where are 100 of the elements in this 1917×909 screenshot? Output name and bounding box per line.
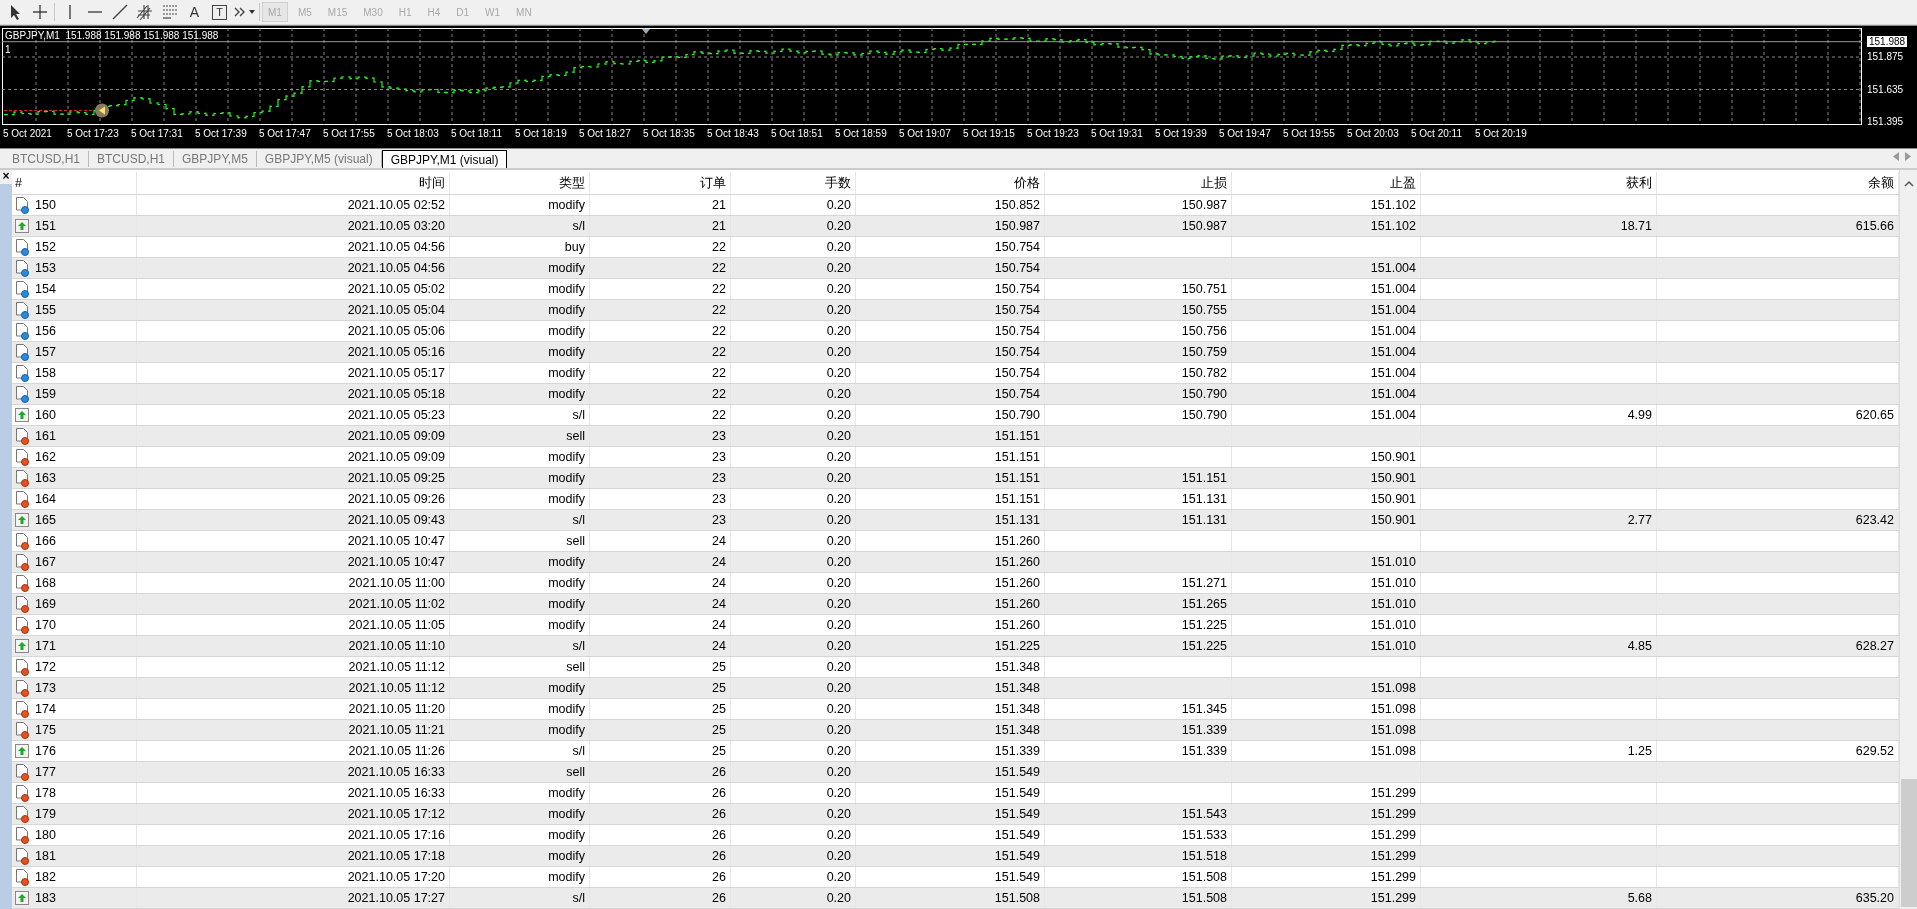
table-row[interactable]: 151 2021.10.05 03:20 s/l 21 0.20 150.987 150.987 151.102 18.71 615.66 <box>12 216 1899 237</box>
row-number: 167 <box>35 554 56 571</box>
order-icon <box>15 658 29 676</box>
row-number: 166 <box>35 533 56 550</box>
order-icon <box>15 301 29 319</box>
table-row[interactable]: 150 2021.10.05 02:52 modify 21 0.20 150.852 150.987 151.102 <box>12 195 1899 216</box>
order-icon <box>15 574 29 592</box>
column-header[interactable]: 止盈 <box>1232 172 1421 194</box>
table-cell: 0.20 <box>731 594 856 614</box>
table-row[interactable]: 175 2021.10.05 11:21 modify 25 0.20 151.348 151.339 151.098 <box>12 720 1899 741</box>
table-cell: 151.339 <box>1045 741 1232 761</box>
column-header[interactable]: 止损 <box>1045 172 1232 194</box>
table-cell: 0.20 <box>731 510 856 530</box>
time-label: 5 Oct 2021 <box>2 128 53 139</box>
table-cell: modify <box>450 384 590 404</box>
table-cell: 0.20 <box>731 321 856 341</box>
chart-tab[interactable]: BTCUSD,H1 <box>4 151 89 167</box>
table-cell: modify <box>450 678 590 698</box>
table-row[interactable]: 169 2021.10.05 11:02 modify 24 0.20 151.260 151.265 151.010 <box>12 594 1899 615</box>
column-header[interactable]: 订单 <box>590 172 731 194</box>
time-label: 5 Oct 20:03 <box>1346 128 1400 139</box>
table-cell: 151.348 <box>856 678 1045 698</box>
table-cell: 23 <box>590 489 731 509</box>
table-cell: 22 <box>590 321 731 341</box>
table-cell: 151.004 <box>1232 384 1421 404</box>
time-label: 5 Oct 18:51 <box>770 128 824 139</box>
table-cell: 24 <box>590 594 731 614</box>
text-label-tool[interactable]: T <box>207 1 232 23</box>
table-cell: modify <box>450 573 590 593</box>
table-cell: 0.20 <box>731 489 856 509</box>
column-header[interactable]: 价格 <box>856 172 1045 194</box>
scrollbar-thumb[interactable] <box>1901 779 1917 907</box>
column-header[interactable]: 手数 <box>731 172 856 194</box>
table-row[interactable]: 157 2021.10.05 05:16 modify 22 0.20 150.754 150.759 151.004 <box>12 342 1899 363</box>
table-cell: 151.225 <box>1045 615 1232 635</box>
table-cell: 0.20 <box>731 237 856 257</box>
time-label: 5 Oct 18:11 <box>450 128 503 139</box>
scroll-right-icon[interactable] <box>1905 150 1911 164</box>
table-cell: 0.20 <box>731 384 856 404</box>
table-row[interactable]: 183 2021.10.05 17:27 s/l 26 0.20 151.508 151.508 151.299 5.68 635.20 <box>12 888 1899 909</box>
table-cell: modify <box>450 258 590 278</box>
table-cell: 151.299 <box>1232 804 1421 824</box>
chart-tab[interactable]: BTCUSD,H1 <box>89 151 175 167</box>
row-number: 159 <box>35 386 56 403</box>
time-label: 5 Oct 18:35 <box>642 128 696 139</box>
table-cell: 151.299 <box>1232 825 1421 845</box>
table-cell: 22 <box>590 258 731 278</box>
table-row[interactable]: 159 2021.10.05 05:18 modify 22 0.20 150.754 150.790 151.004 <box>12 384 1899 405</box>
table-cell: 151.151 <box>856 489 1045 509</box>
table-row[interactable]: 165 2021.10.05 09:43 s/l 23 0.20 151.131 151.131 150.901 2.77 623.42 <box>12 510 1899 531</box>
row-number: 155 <box>35 302 56 319</box>
chart-tab[interactable]: GBPJPY,M5 (visual) <box>256 151 382 167</box>
table-cell: s/l <box>450 405 590 425</box>
close-panel-button[interactable]: × <box>0 170 12 184</box>
table-row[interactable]: 164 2021.10.05 09:26 modify 23 0.20 151.151 151.131 150.901 <box>12 489 1899 510</box>
order-icon <box>15 763 29 781</box>
table-row[interactable]: 181 2021.10.05 17:18 modify 26 0.20 151.549 151.518 151.299 <box>12 846 1899 867</box>
table-row[interactable]: 155 2021.10.05 05:04 modify 22 0.20 150.754 150.755 151.004 <box>12 300 1899 321</box>
table-cell: 151.004 <box>1232 363 1421 383</box>
table-cell: 151.549 <box>856 783 1045 803</box>
time-label: 5 Oct 17:47 <box>258 128 312 139</box>
order-icon <box>15 259 29 277</box>
chart-shift-icon[interactable] <box>642 29 650 34</box>
time-label: 5 Oct 19:47 <box>1218 128 1272 139</box>
table-cell: 0.20 <box>731 279 856 299</box>
scroll-left-icon[interactable] <box>1893 150 1899 164</box>
table-row[interactable]: 163 2021.10.05 09:25 modify 23 0.20 151.151 151.151 150.901 <box>12 468 1899 489</box>
table-cell: 2021.10.05 10:47 <box>137 552 450 572</box>
table-row[interactable]: 167 2021.10.05 10:47 modify 24 0.20 151.260 151.010 <box>12 552 1899 573</box>
table-row[interactable]: 170 2021.10.05 11:05 modify 24 0.20 151.260 151.225 151.010 <box>12 615 1899 636</box>
table-cell: 150.987 <box>856 216 1045 236</box>
order-icon <box>15 679 29 697</box>
column-header[interactable]: 时间 <box>137 172 450 194</box>
table-cell: 2021.10.05 05:16 <box>137 342 450 362</box>
table-cell: 151.098 <box>1232 678 1421 698</box>
table-row[interactable]: 161 2021.10.05 09:09 sell 23 0.20 151.151 <box>12 426 1899 447</box>
column-header[interactable]: # <box>12 172 137 194</box>
chart-tab[interactable]: GBPJPY,M5 <box>174 151 257 167</box>
row-number: 154 <box>35 281 56 298</box>
table-row[interactable]: 171 2021.10.05 11:10 s/l 24 0.20 151.225 151.225 151.010 4.85 628.27 <box>12 636 1899 657</box>
table-row[interactable]: 177 2021.10.05 16:33 sell 26 0.20 151.549 <box>12 762 1899 783</box>
table-row[interactable]: 153 2021.10.05 04:56 modify 22 0.20 150.754 151.004 <box>12 258 1899 279</box>
table-row[interactable]: 182 2021.10.05 17:20 modify 26 0.20 151.549 151.508 151.299 <box>12 867 1899 888</box>
text-tool[interactable]: A <box>182 1 207 23</box>
table-row[interactable]: 179 2021.10.05 17:12 modify 26 0.20 151.549 151.543 151.299 <box>12 804 1899 825</box>
chart-header: GBPJPY,M1 151.988 151.988 151.988 151.988 <box>5 30 219 41</box>
chart-tab[interactable]: GBPJPY,M1 (visual) <box>381 150 508 168</box>
table-cell: 150.852 <box>856 195 1045 215</box>
table-cell: 151.533 <box>1045 825 1232 845</box>
table-cell: 151.102 <box>1232 216 1421 236</box>
column-header[interactable]: 类型 <box>450 172 590 194</box>
table-cell: 2021.10.05 05:18 <box>137 384 450 404</box>
time-label: 5 Oct 19:23 <box>1026 128 1080 139</box>
table-row[interactable]: 173 2021.10.05 11:12 modify 25 0.20 151.348 151.098 <box>12 678 1899 699</box>
table-cell: 0.20 <box>731 867 856 887</box>
table-cell: 150.754 <box>856 363 1045 383</box>
table-cell: 2021.10.05 11:05 <box>137 615 450 635</box>
table-cell: 150.755 <box>1045 300 1232 320</box>
table-cell: modify <box>450 342 590 362</box>
column-header[interactable]: 获利 <box>1421 172 1657 194</box>
